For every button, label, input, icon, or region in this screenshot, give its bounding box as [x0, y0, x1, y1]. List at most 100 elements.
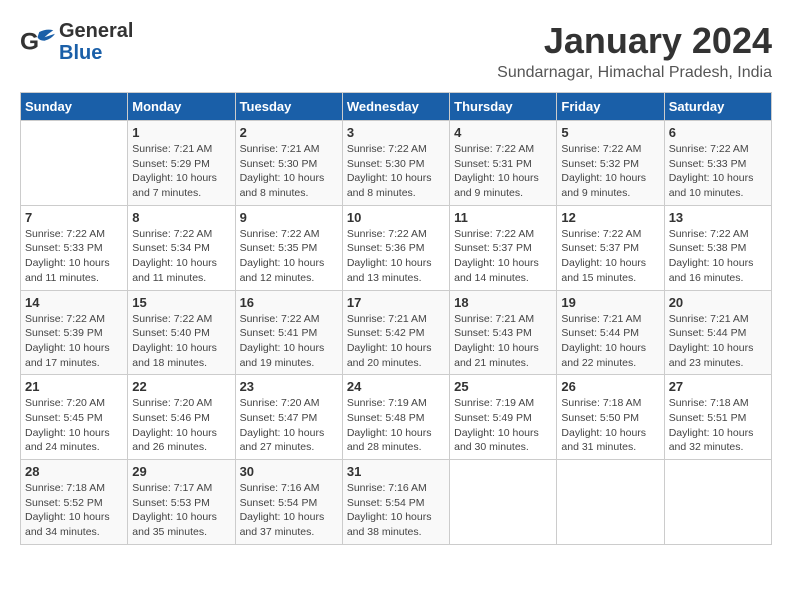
weekday-header-tuesday: Tuesday [235, 93, 342, 121]
month-title: January 2024 [497, 20, 772, 62]
weekday-header-row: SundayMondayTuesdayWednesdayThursdayFrid… [21, 93, 772, 121]
day-info: Sunrise: 7:19 AM Sunset: 5:48 PM Dayligh… [347, 396, 445, 455]
day-number: 11 [454, 210, 552, 225]
day-number: 4 [454, 125, 552, 140]
day-number: 25 [454, 379, 552, 394]
day-info: Sunrise: 7:21 AM Sunset: 5:44 PM Dayligh… [669, 312, 767, 371]
day-info: Sunrise: 7:22 AM Sunset: 5:38 PM Dayligh… [669, 227, 767, 286]
day-info: Sunrise: 7:22 AM Sunset: 5:33 PM Dayligh… [669, 142, 767, 201]
calendar-week-row: 7 Sunrise: 7:22 AM Sunset: 5:33 PM Daylig… [21, 205, 772, 290]
day-info: Sunrise: 7:22 AM Sunset: 5:35 PM Dayligh… [240, 227, 338, 286]
logo-blue: Blue [59, 42, 102, 64]
day-info: Sunrise: 7:18 AM Sunset: 5:52 PM Dayligh… [25, 481, 123, 540]
calendar-cell: 31 Sunrise: 7:16 AM Sunset: 5:54 PM Dayli… [342, 460, 449, 545]
weekday-header-wednesday: Wednesday [342, 93, 449, 121]
calendar-cell: 8Sunrise: 7:22 AM Sunset: 5:34 PM Daylig… [128, 205, 235, 290]
calendar-cell: 23Sunrise: 7:20 AM Sunset: 5:47 PM Dayli… [235, 375, 342, 460]
calendar-cell: 9Sunrise: 7:22 AM Sunset: 5:35 PM Daylig… [235, 205, 342, 290]
day-number: 3 [347, 125, 445, 140]
calendar-cell: 11 Sunrise: 7:22 AM Sunset: 5:37 PM Dayli… [450, 205, 557, 290]
calendar-cell: 26 Sunrise: 7:18 AM Sunset: 5:50 PM Dayli… [557, 375, 664, 460]
day-number: 28 [25, 464, 123, 479]
day-info: Sunrise: 7:17 AM Sunset: 5:53 PM Dayligh… [132, 481, 230, 540]
calendar-cell: 25 Sunrise: 7:19 AM Sunset: 5:49 PM Dayli… [450, 375, 557, 460]
day-info: Sunrise: 7:19 AM Sunset: 5:49 PM Dayligh… [454, 396, 552, 455]
day-info: Sunrise: 7:21 AM Sunset: 5:29 PM Dayligh… [132, 142, 230, 201]
calendar-cell: 12 Sunrise: 7:22 AM Sunset: 5:37 PM Dayli… [557, 205, 664, 290]
calendar-cell: 2Sunrise: 7:21 AM Sunset: 5:30 PM Daylig… [235, 121, 342, 206]
day-info: Sunrise: 7:21 AM Sunset: 5:43 PM Dayligh… [454, 312, 552, 371]
calendar-cell: 27Sunrise: 7:18 AM Sunset: 5:51 PM Dayli… [664, 375, 771, 460]
day-info: Sunrise: 7:16 AM Sunset: 5:54 PM Dayligh… [347, 481, 445, 540]
calendar-table: SundayMondayTuesdayWednesdayThursdayFrid… [20, 92, 772, 545]
weekday-header-saturday: Saturday [664, 93, 771, 121]
day-number: 31 [347, 464, 445, 479]
weekday-header-friday: Friday [557, 93, 664, 121]
day-info: Sunrise: 7:22 AM Sunset: 5:37 PM Dayligh… [454, 227, 552, 286]
calendar-week-row: 14 Sunrise: 7:22 AM Sunset: 5:39 PM Dayli… [21, 290, 772, 375]
calendar-cell: 6Sunrise: 7:22 AM Sunset: 5:33 PM Daylig… [664, 121, 771, 206]
day-number: 30 [240, 464, 338, 479]
calendar-cell: 4Sunrise: 7:22 AM Sunset: 5:31 PM Daylig… [450, 121, 557, 206]
day-info: Sunrise: 7:20 AM Sunset: 5:45 PM Dayligh… [25, 396, 123, 455]
calendar-cell: 22Sunrise: 7:20 AM Sunset: 5:46 PM Dayli… [128, 375, 235, 460]
location-subtitle: Sundarnagar, Himachal Pradesh, India [497, 64, 772, 82]
day-number: 19 [561, 295, 659, 310]
day-number: 1 [132, 125, 230, 140]
calendar-cell: 1 Sunrise: 7:21 AM Sunset: 5:29 PM Daylig… [128, 121, 235, 206]
logo-general: General [59, 20, 133, 42]
calendar-cell: 16 Sunrise: 7:22 AM Sunset: 5:41 PM Dayli… [235, 290, 342, 375]
calendar-cell: 10Sunrise: 7:22 AM Sunset: 5:36 PM Dayli… [342, 205, 449, 290]
day-info: Sunrise: 7:22 AM Sunset: 5:32 PM Dayligh… [561, 142, 659, 201]
day-number: 5 [561, 125, 659, 140]
calendar-cell [21, 121, 128, 206]
calendar-cell: 29 Sunrise: 7:17 AM Sunset: 5:53 PM Dayli… [128, 460, 235, 545]
day-number: 15 [132, 295, 230, 310]
calendar-cell [450, 460, 557, 545]
calendar-cell: 28 Sunrise: 7:18 AM Sunset: 5:52 PM Dayli… [21, 460, 128, 545]
calendar-cell: 19 Sunrise: 7:21 AM Sunset: 5:44 PM Dayli… [557, 290, 664, 375]
day-number: 12 [561, 210, 659, 225]
day-info: Sunrise: 7:22 AM Sunset: 5:40 PM Dayligh… [132, 312, 230, 371]
page-header: G General Blue January 2024 Sundarnagar,… [20, 20, 772, 82]
calendar-cell [557, 460, 664, 545]
day-number: 10 [347, 210, 445, 225]
calendar-cell: 5 Sunrise: 7:22 AM Sunset: 5:32 PM Daylig… [557, 121, 664, 206]
day-info: Sunrise: 7:22 AM Sunset: 5:34 PM Dayligh… [132, 227, 230, 286]
day-number: 24 [347, 379, 445, 394]
calendar-week-row: 21 Sunrise: 7:20 AM Sunset: 5:45 PM Dayli… [21, 375, 772, 460]
calendar-cell: 21 Sunrise: 7:20 AM Sunset: 5:45 PM Dayli… [21, 375, 128, 460]
day-number: 13 [669, 210, 767, 225]
day-info: Sunrise: 7:16 AM Sunset: 5:54 PM Dayligh… [240, 481, 338, 540]
calendar-cell: 20Sunrise: 7:21 AM Sunset: 5:44 PM Dayli… [664, 290, 771, 375]
calendar-cell: 17 Sunrise: 7:21 AM Sunset: 5:42 PM Dayli… [342, 290, 449, 375]
day-number: 14 [25, 295, 123, 310]
day-number: 27 [669, 379, 767, 394]
day-info: Sunrise: 7:20 AM Sunset: 5:47 PM Dayligh… [240, 396, 338, 455]
day-info: Sunrise: 7:21 AM Sunset: 5:30 PM Dayligh… [240, 142, 338, 201]
day-number: 16 [240, 295, 338, 310]
logo: G General Blue [20, 20, 133, 64]
calendar-cell: 3Sunrise: 7:22 AM Sunset: 5:30 PM Daylig… [342, 121, 449, 206]
day-info: Sunrise: 7:22 AM Sunset: 5:37 PM Dayligh… [561, 227, 659, 286]
day-info: Sunrise: 7:21 AM Sunset: 5:42 PM Dayligh… [347, 312, 445, 371]
day-number: 18 [454, 295, 552, 310]
day-number: 17 [347, 295, 445, 310]
day-info: Sunrise: 7:20 AM Sunset: 5:46 PM Dayligh… [132, 396, 230, 455]
day-info: Sunrise: 7:22 AM Sunset: 5:39 PM Dayligh… [25, 312, 123, 371]
calendar-cell: 18 Sunrise: 7:21 AM Sunset: 5:43 PM Dayli… [450, 290, 557, 375]
calendar-cell: 15 Sunrise: 7:22 AM Sunset: 5:40 PM Dayli… [128, 290, 235, 375]
calendar-week-row: 1 Sunrise: 7:21 AM Sunset: 5:29 PM Daylig… [21, 121, 772, 206]
day-info: Sunrise: 7:22 AM Sunset: 5:33 PM Dayligh… [25, 227, 123, 286]
day-number: 26 [561, 379, 659, 394]
day-number: 29 [132, 464, 230, 479]
day-number: 21 [25, 379, 123, 394]
calendar-cell: 30 Sunrise: 7:16 AM Sunset: 5:54 PM Dayli… [235, 460, 342, 545]
day-number: 7 [25, 210, 123, 225]
day-info: Sunrise: 7:21 AM Sunset: 5:44 PM Dayligh… [561, 312, 659, 371]
day-info: Sunrise: 7:18 AM Sunset: 5:50 PM Dayligh… [561, 396, 659, 455]
calendar-cell: 24 Sunrise: 7:19 AM Sunset: 5:48 PM Dayli… [342, 375, 449, 460]
day-info: Sunrise: 7:22 AM Sunset: 5:41 PM Dayligh… [240, 312, 338, 371]
calendar-cell: 13 Sunrise: 7:22 AM Sunset: 5:38 PM Dayli… [664, 205, 771, 290]
calendar-cell [664, 460, 771, 545]
